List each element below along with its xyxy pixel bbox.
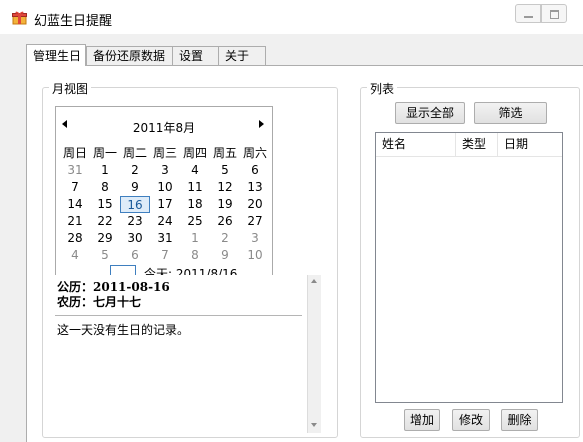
scroll-down-arrow-icon[interactable] — [311, 423, 317, 427]
column-type[interactable]: 类型 — [456, 133, 498, 156]
calendar-week-row: 14 15 16 17 18 19 20 — [60, 196, 270, 213]
column-date[interactable]: 日期 — [498, 133, 562, 156]
calendar-day[interactable]: 24 — [150, 213, 180, 230]
calendar-day[interactable]: 19 — [210, 196, 240, 213]
calendar-day[interactable]: 8 — [180, 247, 210, 264]
calendar-day[interactable]: 8 — [90, 179, 120, 196]
calendar-day[interactable]: 1 — [180, 230, 210, 247]
calendar-day-grid: 31 1 2 3 4 5 6 7 8 9 10 11 12 13 14 15 1… — [60, 162, 270, 264]
calendar-day[interactable]: 4 — [60, 247, 90, 264]
app-window: 幻蓝生日提醒 管理生日 备份还原数据 设置 关于 月视图 2011年8月 周日 … — [0, 0, 583, 442]
tab-label: 备份还原数据 — [93, 49, 166, 63]
calendar-day[interactable]: 17 — [150, 196, 180, 213]
calendar-month-label[interactable]: 2011年8月 — [56, 119, 272, 136]
next-month-arrow-icon[interactable] — [259, 120, 264, 128]
calendar-week-row: 7 8 9 10 11 12 13 — [60, 179, 270, 196]
info-divider — [55, 315, 302, 316]
tab-label: 关于 — [225, 49, 250, 63]
calendar-day[interactable]: 27 — [240, 213, 270, 230]
tab-backup-restore[interactable]: 备份还原数据 — [86, 46, 174, 65]
birthday-list[interactable]: 姓名 类型 日期 — [375, 132, 563, 403]
calendar-day[interactable]: 9 — [210, 247, 240, 264]
calendar-day[interactable]: 2 — [120, 162, 150, 179]
tab-manage-birthdays[interactable]: 管理生日 — [26, 44, 86, 66]
calendar-day[interactable]: 13 — [240, 179, 270, 196]
lunar-date: 农历：七月十七 — [57, 295, 142, 309]
filter-button[interactable]: 筛选 — [474, 102, 547, 124]
scroll-up-arrow-icon[interactable] — [311, 279, 317, 283]
minimize-button[interactable] — [515, 4, 541, 23]
calendar-day[interactable]: 25 — [180, 213, 210, 230]
calendar-day[interactable]: 31 — [150, 230, 180, 247]
list-legend: 列表 — [367, 80, 398, 97]
month-view-legend: 月视图 — [49, 80, 92, 97]
calendar-day[interactable]: 31 — [60, 162, 90, 179]
show-all-button[interactable]: 显示全部 — [395, 102, 465, 124]
no-birthday-message: 这一天没有生日的记录。 — [57, 323, 190, 337]
weekday-label: 周六 — [242, 146, 267, 160]
calendar-day[interactable]: 10 — [240, 247, 270, 264]
calendar-day[interactable]: 3 — [240, 230, 270, 247]
calendar-day[interactable]: 12 — [210, 179, 240, 196]
calendar-week-row: 4 5 6 7 8 9 10 — [60, 247, 270, 264]
calendar-week-row: 28 29 30 31 1 2 3 — [60, 230, 270, 247]
calendar-day[interactable]: 1 — [90, 162, 120, 179]
calendar-day[interactable]: 5 — [90, 247, 120, 264]
calendar-day[interactable]: 22 — [90, 213, 120, 230]
calendar-day[interactable]: 28 — [60, 230, 90, 247]
calendar-day[interactable]: 4 — [180, 162, 210, 179]
weekday-header: 周日 周一 周二 周三 周四 周五 周六 — [60, 144, 270, 162]
maximize-button[interactable] — [541, 4, 567, 23]
edit-button[interactable]: 修改 — [452, 409, 490, 431]
weekday-label: 周二 — [122, 146, 147, 160]
calendar-day[interactable]: 7 — [150, 247, 180, 264]
delete-button[interactable]: 删除 — [501, 409, 538, 431]
weekday-label: 周五 — [212, 146, 237, 160]
calendar-day[interactable]: 15 — [90, 196, 120, 213]
window-title: 幻蓝生日提醒 — [34, 14, 113, 29]
calendar-day[interactable]: 5 — [210, 162, 240, 179]
calendar-day[interactable]: 21 — [60, 213, 90, 230]
calendar-day[interactable]: 10 — [150, 179, 180, 196]
calendar-day[interactable]: 18 — [180, 196, 210, 213]
calendar-day[interactable]: 26 — [210, 213, 240, 230]
calendar-day[interactable]: 7 — [60, 179, 90, 196]
calendar-week-row: 21 22 23 24 25 26 27 — [60, 213, 270, 230]
gift-icon — [12, 10, 27, 25]
list-header: 姓名 类型 日期 — [376, 133, 562, 157]
calendar-day[interactable]: 20 — [240, 196, 270, 213]
weekday-label: 周三 — [152, 146, 177, 160]
calendar-day-selected[interactable]: 16 — [120, 196, 150, 213]
info-scrollbar[interactable] — [307, 275, 321, 433]
calendar-day[interactable]: 2 — [210, 230, 240, 247]
weekday-label: 周一 — [92, 146, 117, 160]
title-bar[interactable]: 幻蓝生日提醒 — [0, 0, 583, 34]
day-info-text[interactable]: 公历：2011-08-16 农历：七月十七 这一天没有生日的记录。 — [55, 275, 307, 433]
calendar-day[interactable]: 14 — [60, 196, 90, 213]
tab-label: 管理生日 — [33, 49, 82, 63]
calendar-day[interactable]: 23 — [120, 213, 150, 230]
calendar-day[interactable]: 11 — [180, 179, 210, 196]
calendar-week-row: 31 1 2 3 4 5 6 — [60, 162, 270, 179]
weekday-label: 周四 — [182, 146, 207, 160]
calendar-day[interactable]: 6 — [240, 162, 270, 179]
calendar-day[interactable]: 6 — [120, 247, 150, 264]
tab-label: 设置 — [179, 49, 204, 63]
tab-about[interactable]: 关于 — [218, 46, 266, 65]
window-controls — [515, 4, 575, 24]
calendar-day[interactable]: 9 — [120, 179, 150, 196]
weekday-label: 周日 — [62, 146, 87, 160]
calendar-day[interactable]: 29 — [90, 230, 120, 247]
add-button[interactable]: 增加 — [404, 409, 440, 431]
calendar-day[interactable]: 30 — [120, 230, 150, 247]
month-calendar[interactable]: 2011年8月 周日 周一 周二 周三 周四 周五 周六 31 1 2 3 4 … — [55, 106, 273, 276]
column-name[interactable]: 姓名 — [376, 133, 456, 156]
calendar-day[interactable]: 3 — [150, 162, 180, 179]
tab-settings[interactable]: 设置 — [172, 46, 220, 65]
